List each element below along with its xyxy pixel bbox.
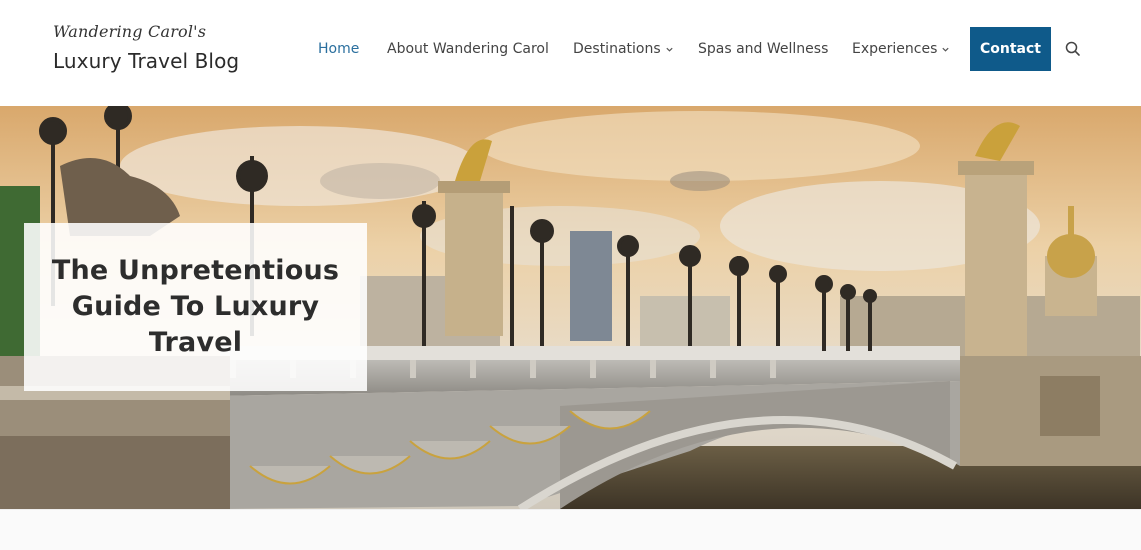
- nav-experiences-label: Experiences: [852, 41, 938, 57]
- nav-item-destinations[interactable]: Destinations: [573, 41, 674, 57]
- nav-item-experiences[interactable]: Experiences: [852, 41, 950, 57]
- contact-button[interactable]: Contact: [970, 27, 1051, 71]
- search-icon[interactable]: [1064, 40, 1082, 58]
- site-logo[interactable]: Wandering Carol's Luxury Travel Blog: [53, 22, 253, 82]
- hero-title: The Unpretentious Guide To Luxury Travel: [51, 255, 340, 358]
- nav-item-home[interactable]: Home: [318, 41, 359, 57]
- hero-title-card: The Unpretentious Guide To Luxury Travel: [24, 223, 367, 391]
- content-area-top: [0, 509, 1141, 550]
- logo-title: Luxury Travel Blog: [53, 49, 240, 73]
- hero-banner: The Unpretentious Guide To Luxury Travel: [0, 106, 1141, 509]
- chevron-down-icon: [942, 47, 949, 52]
- site-header: Wandering Carol's Luxury Travel Blog Hom…: [0, 0, 1141, 106]
- nav-item-about[interactable]: About Wandering Carol: [387, 41, 549, 57]
- nav-destinations-label: Destinations: [573, 41, 661, 57]
- nav-item-spas[interactable]: Spas and Wellness: [698, 41, 828, 57]
- chevron-down-icon: [666, 47, 673, 52]
- logo-script-text: Wandering Carol's: [53, 22, 207, 41]
